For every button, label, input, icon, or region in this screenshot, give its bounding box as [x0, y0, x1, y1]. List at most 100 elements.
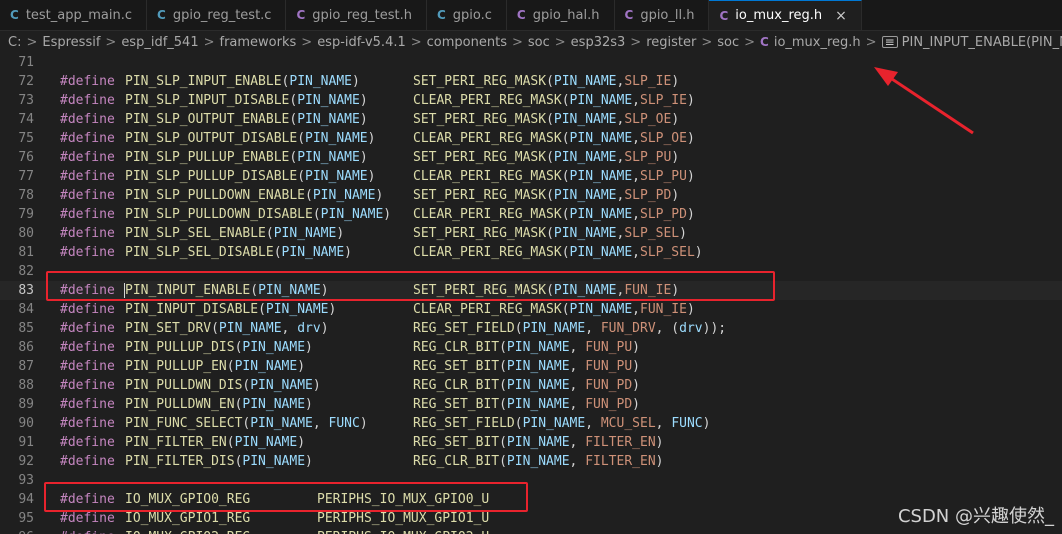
- code-line[interactable]: 77 #define PIN_SLP_PULLUP_DISABLE(PIN_NAME…: [0, 167, 1062, 186]
- macro-value: SET_PERI_REG_MASK(PIN_NAME,SLP_IE): [413, 74, 680, 89]
- code-line[interactable]: 92 #define PIN_FILTER_DIS(PIN_NAME) REG_CLR…: [0, 452, 1062, 471]
- tab-io-mux-reg-h[interactable]: Cio_mux_reg.h ×: [709, 0, 862, 30]
- macro-value: REG_SET_BIT(PIN_NAME, FUN_PD): [413, 397, 640, 412]
- breadcrumb-item[interactable]: esp_idf_541: [121, 35, 198, 50]
- macro-value: SET_PERI_REG_MASK(PIN_NAME,SLP_OE): [413, 112, 680, 127]
- chevron-right-icon: >: [865, 34, 877, 50]
- breadcrumb-item[interactable]: frameworks: [220, 35, 297, 50]
- define-keyword: #define: [60, 359, 115, 374]
- breadcrumb-item[interactable]: soc: [717, 35, 739, 50]
- c-file-icon: C: [296, 8, 306, 22]
- define-keyword: #define: [60, 454, 115, 469]
- tab-label: gpio_hal.h: [532, 7, 600, 23]
- macro-name: PIN_PULLUP_DIS(PIN_NAME): [125, 340, 313, 355]
- tab-gpio-c[interactable]: Cgpio.c: [427, 0, 507, 30]
- tab-gpio-hal-h[interactable]: Cgpio_hal.h: [507, 0, 615, 30]
- code-line[interactable]: 89 #define PIN_PULLDWN_EN(PIN_NAME) REG_SET…: [0, 395, 1062, 414]
- macro-value: CLEAR_PERI_REG_MASK(PIN_NAME,SLP_IE): [413, 93, 695, 108]
- macro-name: PIN_SLP_OUTPUT_DISABLE(PIN_NAME): [125, 131, 376, 146]
- code-line[interactable]: 91 #define PIN_FILTER_EN(PIN_NAME) REG_SET_…: [0, 433, 1062, 452]
- macro-name: PIN_FILTER_DIS(PIN_NAME): [125, 454, 313, 469]
- chevron-right-icon: >: [105, 34, 117, 50]
- breadcrumb-item[interactable]: Espressif: [42, 35, 100, 50]
- c-file-icon: C: [516, 8, 526, 22]
- breadcrumb-item[interactable]: esp32s3: [571, 35, 626, 50]
- macro-name: PIN_SET_DRV(PIN_NAME, drv): [125, 321, 329, 336]
- tab-gpio-ll-h[interactable]: Cgpio_ll.h: [615, 0, 710, 30]
- macro-value: SET_PERI_REG_MASK(PIN_NAME,SLP_PU): [413, 150, 680, 165]
- macro-name: PIN_INPUT_DISABLE(PIN_NAME): [125, 302, 337, 317]
- code-line[interactable]: 79 #define PIN_SLP_PULLDOWN_DISABLE(PIN_NA…: [0, 205, 1062, 224]
- close-icon[interactable]: ×: [835, 8, 847, 24]
- macro-name: PIN_SLP_PULLUP_DISABLE(PIN_NAME): [125, 169, 376, 184]
- code-line[interactable]: 96 #define IO_MUX_GPIO2_REG PERIPHS_IO_MUX_…: [0, 528, 1062, 534]
- line-number: 74: [18, 112, 34, 127]
- macro-name: PIN_SLP_PULLDOWN_ENABLE(PIN_NAME): [125, 188, 384, 203]
- define-keyword: #define: [60, 416, 115, 431]
- code-line[interactable]: 80 #define PIN_SLP_SEL_ENABLE(PIN_NAME) SET…: [0, 224, 1062, 243]
- breadcrumb-item[interactable]: register: [646, 35, 696, 50]
- breadcrumb: C: > Espressif > esp_idf_541 > frameworks > esp-…: [0, 31, 1062, 53]
- chevron-right-icon: >: [554, 34, 566, 50]
- code-line[interactable]: 76 #define PIN_SLP_PULLUP_ENABLE(PIN_NAME)…: [0, 148, 1062, 167]
- macro-name: PIN_FUNC_SELECT(PIN_NAME, FUNC): [125, 416, 368, 431]
- macro-name: PIN_FILTER_EN(PIN_NAME): [125, 435, 306, 450]
- code-line[interactable]: 90 #define PIN_FUNC_SELECT(PIN_NAME, FUNC)…: [0, 414, 1062, 433]
- breadcrumb-item[interactable]: soc: [528, 35, 550, 50]
- tab-label: gpio_reg_test.h: [312, 7, 412, 23]
- macro-value: REG_SET_FIELD(PIN_NAME, FUN_DRV, (drv));: [413, 321, 727, 336]
- line-number: 94: [18, 492, 34, 507]
- code-line[interactable]: 84 #define PIN_INPUT_DISABLE(PIN_NAME) CLEA…: [0, 300, 1062, 319]
- define-keyword: #define: [60, 302, 115, 317]
- breadcrumb-item[interactable]: components: [427, 35, 507, 50]
- macro-name: PIN_SLP_OUTPUT_ENABLE(PIN_NAME): [125, 112, 368, 127]
- tab-test-app-main-c[interactable]: Ctest_app_main.c: [0, 0, 148, 30]
- macro-name: PIN_SLP_INPUT_ENABLE(PIN_NAME): [125, 74, 360, 89]
- define-keyword: #define: [60, 150, 115, 165]
- macro-value: REG_CLR_BIT(PIN_NAME, FUN_PD): [413, 378, 640, 393]
- chevron-right-icon: >: [203, 34, 215, 50]
- code-line[interactable]: 78 #define PIN_SLP_PULLDOWN_ENABLE(PIN_NAM…: [0, 186, 1062, 205]
- code-line[interactable]: 87 #define PIN_PULLUP_EN(PIN_NAME) REG_SET_…: [0, 357, 1062, 376]
- line-number: 84: [18, 302, 34, 317]
- define-keyword: #define: [60, 435, 115, 450]
- symbol-constant-icon: ≡: [881, 36, 898, 48]
- c-file-icon: C: [157, 8, 166, 22]
- macro-value: REG_SET_BIT(PIN_NAME, FILTER_EN): [413, 435, 664, 450]
- highlight-box-pin-input-enable: [46, 271, 775, 301]
- breadcrumb-item[interactable]: esp-idf-v5.4.1: [317, 35, 406, 50]
- define-keyword: #define: [60, 340, 115, 355]
- code-line[interactable]: 85 #define PIN_SET_DRV(PIN_NAME, drv) REG_S…: [0, 319, 1062, 338]
- line-number: 79: [18, 207, 34, 222]
- c-file-icon: C: [10, 8, 19, 22]
- breadcrumb-symbol[interactable]: PIN_INPUT_ENABLE(PIN_NAME): [902, 35, 1062, 50]
- line-number: 91: [18, 435, 34, 450]
- code-line[interactable]: 86 #define PIN_PULLUP_DIS(PIN_NAME) REG_CLR…: [0, 338, 1062, 357]
- macro-name: PIN_SLP_SEL_ENABLE(PIN_NAME): [125, 226, 345, 241]
- chevron-right-icon: >: [701, 34, 713, 50]
- code-line[interactable]: 88 #define PIN_PULLDWN_DIS(PIN_NAME) REG_CL…: [0, 376, 1062, 395]
- define-keyword: #define: [60, 131, 115, 146]
- line-number: 83: [18, 283, 34, 298]
- line-number: 81: [18, 245, 34, 260]
- breadcrumb-file[interactable]: io_mux_reg.h: [774, 35, 861, 50]
- line-number: 95: [18, 511, 34, 526]
- macro-value: SET_PERI_REG_MASK(PIN_NAME,SLP_SEL): [413, 226, 687, 241]
- tab-gpio-reg-test-c[interactable]: Cgpio_reg_test.c: [147, 0, 287, 30]
- chevron-right-icon: >: [410, 34, 422, 50]
- line-number: 76: [18, 150, 34, 165]
- macro-value: CLEAR_PERI_REG_MASK(PIN_NAME,SLP_PU): [413, 169, 695, 184]
- define-keyword: #define: [60, 112, 115, 127]
- define-keyword: #define: [60, 245, 115, 260]
- line-number: 89: [18, 397, 34, 412]
- chevron-right-icon: >: [630, 34, 642, 50]
- macro-value: REG_SET_BIT(PIN_NAME, FUN_PU): [413, 359, 640, 374]
- breadcrumb-item[interactable]: C:: [8, 35, 21, 50]
- macro-name: PIN_SLP_PULLUP_ENABLE(PIN_NAME): [125, 150, 368, 165]
- code-line[interactable]: 81 #define PIN_SLP_SEL_DISABLE(PIN_NAME) CL…: [0, 243, 1062, 262]
- highlight-box-io-mux-gpio0: [44, 482, 528, 512]
- tab-gpio-reg-test-h[interactable]: Cgpio_reg_test.h: [286, 0, 427, 30]
- chevron-right-icon: >: [511, 34, 523, 50]
- line-number: 96: [0, 528, 34, 534]
- define-keyword: #define: [60, 378, 115, 393]
